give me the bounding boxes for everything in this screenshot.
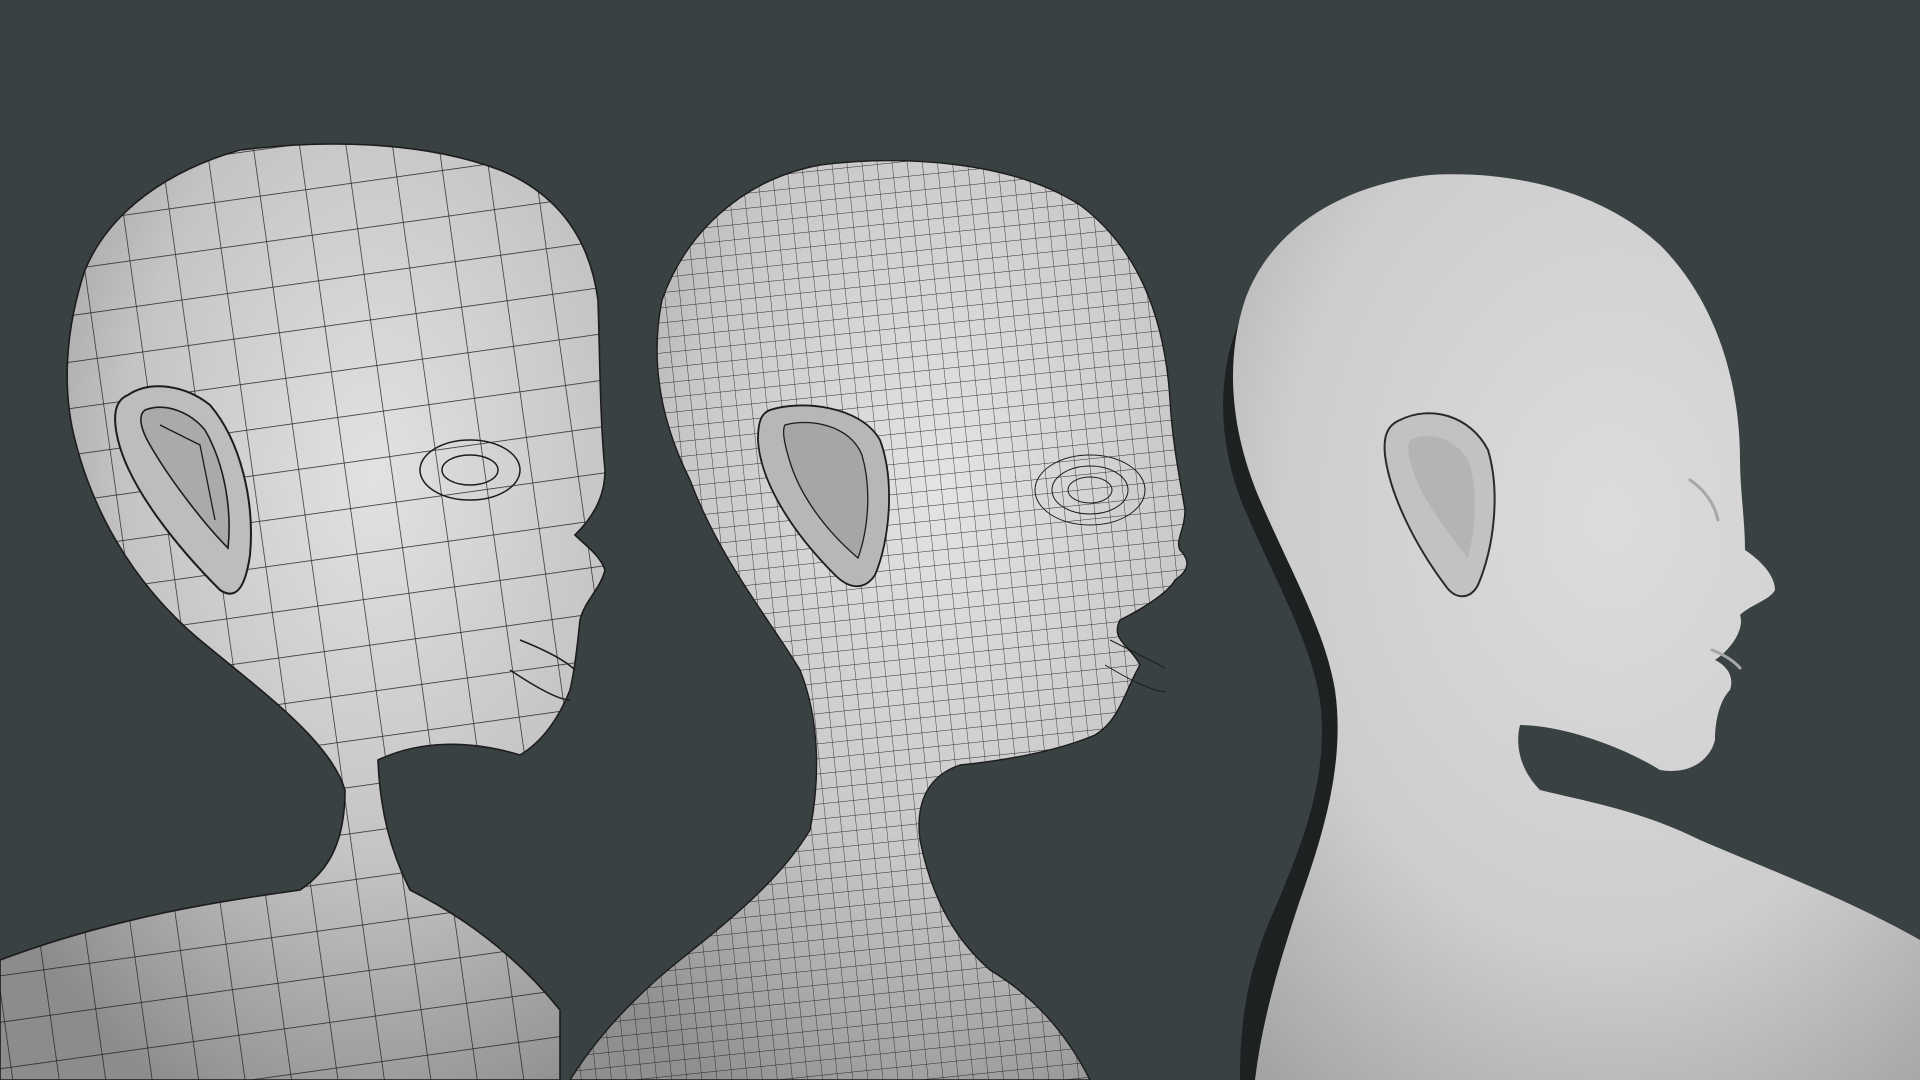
- low-poly-wireframe-head: [0, 143, 606, 1080]
- viewport-scene: [0, 0, 1920, 1080]
- subdivided-wireframe-head: [569, 159, 1188, 1080]
- smooth-shaded-head: [1223, 174, 1920, 1080]
- render-viewport: [0, 143, 1920, 1080]
